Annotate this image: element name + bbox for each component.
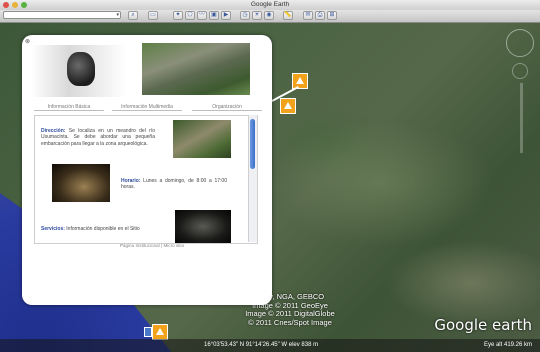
content-scrollbar[interactable] xyxy=(248,115,257,242)
ruins-thumbnail xyxy=(173,120,231,158)
print-button[interactable]: ⎙ xyxy=(315,11,325,20)
look-navigation-control[interactable] xyxy=(506,29,534,57)
search-input[interactable]: ▾ xyxy=(3,11,121,19)
scrollbar-thumb[interactable] xyxy=(250,119,255,169)
servicios-text: Servicios: Información disponible en el … xyxy=(41,226,167,232)
balloon-content: Dirección: Se localiza en un meandro del… xyxy=(34,115,258,244)
warning-placemark-icon[interactable] xyxy=(280,98,296,114)
direccion-text: Dirección: Se localiza en un meandro del… xyxy=(41,128,155,147)
search-button[interactable]: ⌕ xyxy=(128,11,138,20)
window-title: Google Earth xyxy=(250,1,290,8)
hide-sidebar-button[interactable]: ▭ xyxy=(148,11,158,20)
ruins-photo xyxy=(142,43,250,95)
logo-image xyxy=(31,45,126,97)
sunlight-button[interactable]: ☀ xyxy=(252,11,262,20)
move-navigation-control[interactable] xyxy=(512,63,528,79)
zoom-slider[interactable] xyxy=(520,83,523,153)
horario-label: Horario: xyxy=(121,178,141,184)
add-placemark-button[interactable]: ✦ xyxy=(173,11,183,20)
record-tour-button[interactable]: ▶ xyxy=(221,11,231,20)
view-in-maps-button[interactable]: ⊞ xyxy=(327,11,337,20)
google-earth-logo: Google earth xyxy=(434,316,532,334)
status-bar: 16°03'53.43" N 91°14'26.45" W elev 838 m… xyxy=(0,339,540,352)
balloon-footer-links[interactable]: Página Institucional | Micro sitio xyxy=(82,243,222,248)
planets-button[interactable]: ◉ xyxy=(264,11,274,20)
balloon-tabs: Información Básica Información Multimedi… xyxy=(34,104,264,111)
add-overlay-button[interactable]: ▣ xyxy=(209,11,219,20)
add-path-button[interactable]: 〰 xyxy=(197,11,207,20)
servicios-value: Información disponible en el Sitio xyxy=(66,226,140,232)
historical-imagery-button[interactable]: ◷ xyxy=(240,11,250,20)
credit-line: © 2011 Cnes/Spot Image xyxy=(248,317,332,327)
direccion-label: Dirección: xyxy=(41,128,66,134)
email-button[interactable]: ✉ xyxy=(303,11,313,20)
horario-text: Horario: Lunes a domingo, de 8:00 a 17:0… xyxy=(121,178,227,191)
chevron-down-icon[interactable]: ▾ xyxy=(116,12,119,19)
placemark-balloon: ⊗ Información Básica Información Multime… xyxy=(22,35,272,305)
tab-informacion-multimedia[interactable]: Información Multimedia xyxy=(112,104,182,111)
placemark-icon[interactable] xyxy=(144,327,152,337)
tab-organizacion[interactable]: Organización xyxy=(192,104,262,111)
close-icon[interactable]: ⊗ xyxy=(25,38,30,45)
dark-chamber-thumbnail xyxy=(52,164,110,202)
coordinates-readout: 16°03'53.43" N 91°14'26.45" W elev 838 m xyxy=(204,342,319,348)
warning-placemark-icon[interactable] xyxy=(152,324,168,340)
tab-informacion-basica[interactable]: Información Básica xyxy=(34,104,104,111)
add-polygon-button[interactable]: ⬠ xyxy=(185,11,195,20)
toolbar: ▾ ⌕ ▭ ✦ ⬠ 〰 ▣ ▶ ◷ ☀ ◉ 📏 ✉ ⎙ ⊞ xyxy=(0,10,540,23)
mask-sculpture-image xyxy=(67,52,95,86)
eye-altitude-readout: Eye alt 419.26 km xyxy=(483,342,532,348)
stone-head-thumbnail xyxy=(175,210,231,243)
ruler-button[interactable]: 📏 xyxy=(283,11,293,20)
servicios-label: Servicios: xyxy=(41,226,65,232)
